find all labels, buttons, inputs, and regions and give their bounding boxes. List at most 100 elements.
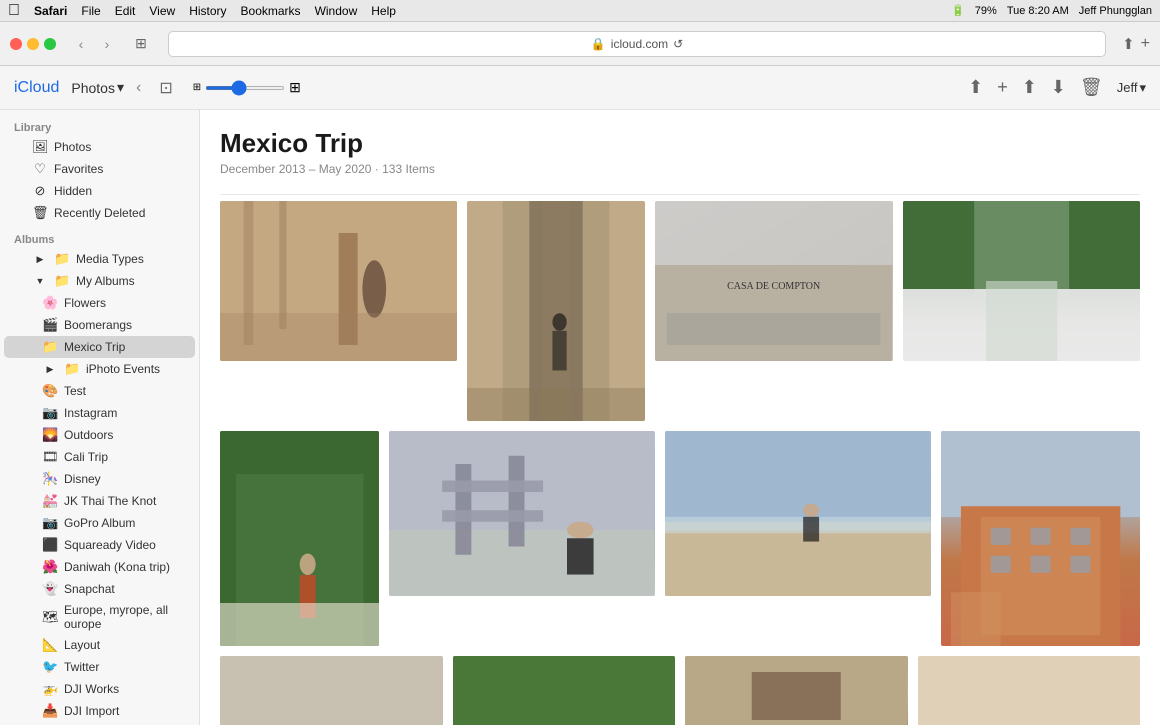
download-button[interactable]: ⬇ — [1051, 77, 1066, 98]
photo-p2[interactable] — [467, 201, 645, 421]
sidebar-favorites-label: Favorites — [54, 162, 103, 176]
sidebar-item-mexico-trip[interactable]: 📁 Mexico Trip — [4, 336, 195, 358]
photo-p3[interactable]: CASA DE COMPTON — [655, 201, 892, 361]
back-album-button[interactable]: ‹ — [136, 79, 141, 97]
minimize-button[interactable] — [27, 38, 39, 50]
flowers-icon: 🌸 — [42, 295, 58, 311]
sidebar-item-gopro[interactable]: 📷 GoPro Album — [4, 512, 195, 534]
menubar:  Safari File Edit View History Bookmark… — [0, 0, 1160, 22]
sidebar-group-media-types[interactable]: ▶ 📁 Media Types — [4, 248, 195, 270]
my-albums-folder: 📁 — [54, 273, 70, 289]
delete-button[interactable]: 🗑 — [1080, 77, 1103, 98]
media-types-chevron: ▶ — [32, 254, 48, 265]
menubar-left:  Safari File Edit View History Bookmark… — [8, 2, 396, 20]
menubar-history[interactable]: History — [189, 4, 226, 18]
photo-p6[interactable] — [389, 431, 655, 596]
album-meta: December 2013 – May 2020 · 133 Items — [220, 162, 1140, 176]
menubar-edit[interactable]: Edit — [115, 4, 136, 18]
recently-deleted-icon: 🗑 — [32, 205, 48, 221]
share-browser-icon[interactable]: ⬆ — [1122, 35, 1135, 53]
reload-icon[interactable]: ↺ — [673, 37, 683, 51]
sidebar-item-outdoors[interactable]: 🌄 Outdoors — [4, 424, 195, 446]
sidebar-item-snapchat[interactable]: 👻 Snapchat — [4, 578, 195, 600]
photo-p5[interactable] — [220, 431, 379, 646]
sidebar-item-photos[interactable]: 🖼 Photos — [4, 136, 195, 158]
sidebar-item-daniwah[interactable]: 🌺 Daniwah (Kona trip) — [4, 556, 195, 578]
sidebar-item-dji-works[interactable]: 🚁 DJI Works — [4, 678, 195, 700]
upload-button[interactable]: ⬆ — [968, 77, 983, 98]
sidebar-item-test[interactable]: 🎨 Test — [4, 380, 195, 402]
photo-p8[interactable] — [941, 431, 1140, 646]
sidebar-item-recently-deleted[interactable]: 🗑 Recently Deleted — [4, 202, 195, 224]
menubar-file[interactable]: File — [81, 4, 100, 18]
sidebar-item-disney[interactable]: 🎠 Disney — [4, 468, 195, 490]
menubar-view[interactable]: View — [149, 4, 175, 18]
sidebar-item-jk-thai[interactable]: 💒 JK Thai The Knot — [4, 490, 195, 512]
fullscreen-button[interactable] — [44, 38, 56, 50]
forward-button[interactable]: › — [96, 33, 118, 55]
menubar-bookmarks[interactable]: Bookmarks — [241, 4, 301, 18]
sidebar-item-cali-trip[interactable]: 🎞 Cali Trip — [4, 446, 195, 468]
sidebar-item-boomerangs[interactable]: 🎬 Boomerangs — [4, 314, 195, 336]
photo-p10[interactable] — [453, 656, 676, 725]
back-button[interactable]: ‹ — [70, 33, 92, 55]
zoom-control: ⊞ ⊞ — [193, 79, 301, 96]
zoom-slider[interactable] — [205, 86, 285, 90]
user-menu-button[interactable]: Jeff ▾ — [1117, 80, 1146, 96]
sidebar-item-twitter[interactable]: 🐦 Twitter — [4, 656, 195, 678]
photo-p4[interactable] — [903, 201, 1140, 361]
sidebar-hidden-label: Hidden — [54, 184, 92, 198]
photo-row-1: CASA DE COMPTON — [220, 201, 1140, 421]
photo-p9[interactable] — [220, 656, 443, 725]
sidebar-toggle-button[interactable]: ⊡ — [159, 78, 172, 98]
sidebar-flowers-label: Flowers — [64, 296, 106, 310]
sidebar-item-flowers[interactable]: 🌸 Flowers — [4, 292, 195, 314]
add-button[interactable]: + — [997, 77, 1008, 98]
sidebar-mexico-trip-label: Mexico Trip — [64, 340, 125, 354]
icloud-section[interactable]: Photos ▾ — [71, 79, 124, 96]
battery-level: 79% — [975, 5, 997, 17]
sidebar-item-hidden[interactable]: ⊘ Hidden — [4, 180, 195, 202]
new-tab-icon[interactable]: + — [1141, 35, 1150, 53]
lock-icon: 🔒 — [591, 37, 606, 51]
photo-p1[interactable] — [220, 201, 457, 361]
photo-p12[interactable] — [918, 656, 1141, 725]
photos-icon: 🖼 — [32, 139, 48, 155]
close-button[interactable] — [10, 38, 22, 50]
user-menu[interactable]: Jeff Phungglan — [1079, 5, 1152, 17]
sidebar-europe-label: Europe, myrope, all ourope — [64, 603, 181, 631]
albums-header: Albums — [0, 230, 199, 248]
tab-toggle[interactable]: ⊞ — [130, 33, 152, 55]
sidebar-item-europe[interactable]: 🗺 Europe, myrope, all ourope — [4, 600, 195, 634]
sidebar-item-favorites[interactable]: ♡ Favorites — [4, 158, 195, 180]
share-button[interactable]: ⬆ — [1022, 77, 1037, 98]
sidebar-group-my-albums[interactable]: ▼ 📁 My Albums — [4, 270, 195, 292]
album-count: 133 Items — [382, 162, 435, 176]
sidebar-item-layout[interactable]: 📐 Layout — [4, 634, 195, 656]
photo-p11[interactable] — [685, 656, 908, 725]
apple-menu[interactable]:  — [8, 2, 20, 20]
photo-grid: CASA DE COMPTON — [220, 201, 1140, 725]
sidebar-snapchat-label: Snapchat — [64, 582, 115, 596]
icloud-logo: iCloud — [14, 79, 59, 97]
photo-row-3 — [220, 656, 1140, 725]
main-layout: Library 🖼 Photos ♡ Favorites ⊘ Hidden 🗑 … — [0, 110, 1160, 725]
cali-trip-icon: 🎞 — [42, 449, 58, 465]
menubar-safari[interactable]: Safari — [34, 4, 67, 18]
photo-p7[interactable] — [665, 431, 931, 596]
nav-buttons: ‹ › — [70, 33, 118, 55]
sidebar-item-dji-import[interactable]: 📥 DJI Import — [4, 700, 195, 722]
zoom-small-icon: ⊞ — [193, 82, 201, 93]
address-bar[interactable]: 🔒 icloud.com ↺ — [168, 31, 1106, 57]
iphoto-events-folder: 📁 — [64, 361, 80, 377]
sidebar-dji-works-label: DJI Works — [64, 682, 119, 696]
sidebar-item-squaready[interactable]: ⬛ Squaready Video — [4, 534, 195, 556]
user-chevron: ▾ — [1139, 80, 1146, 96]
sidebar-group-iphoto-events[interactable]: ▶ 📁 iPhoto Events — [4, 358, 195, 380]
content-area: Mexico Trip December 2013 – May 2020 · 1… — [200, 110, 1160, 725]
sidebar-item-instagram[interactable]: 📷 Instagram — [4, 402, 195, 424]
menubar-window[interactable]: Window — [315, 4, 358, 18]
menubar-help[interactable]: Help — [371, 4, 396, 18]
squaready-icon: ⬛ — [42, 537, 58, 553]
library-header: Library — [0, 118, 199, 136]
